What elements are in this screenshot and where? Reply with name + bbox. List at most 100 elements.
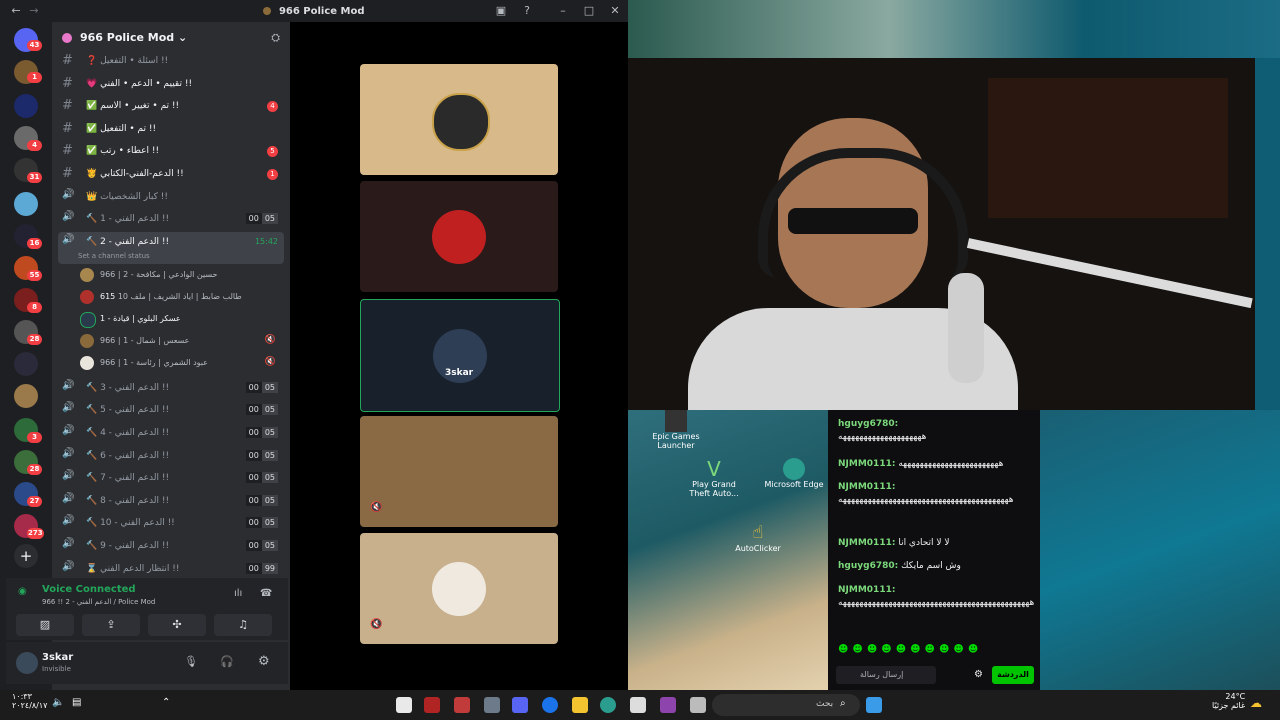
disconnect-icon[interactable]: ☎ — [260, 588, 272, 599]
chat-text: ههههههههههههههههههههه — [838, 432, 927, 442]
voice-channel[interactable]: 🔊 🔨 الدعم الفني - 6 !! 00 05 — [58, 446, 284, 466]
server-icon[interactable] — [14, 384, 38, 408]
badge: 27 — [27, 496, 42, 507]
soundboard-button[interactable]: ♫ — [214, 614, 272, 636]
headphones-icon[interactable]: 🎧 — [220, 655, 234, 668]
taskbar-app-icon[interactable] — [690, 697, 706, 713]
text-channel[interactable]: # ❓ اسئلة • التفعيل !! — [58, 51, 284, 71]
voice-member[interactable]: عسكر البلوي | قيادة - 1 — [78, 309, 278, 329]
taskbar-app-icon[interactable] — [454, 697, 470, 713]
voice-channel[interactable]: 🔊 🔨 الدعم الفني - 1 !! 00 05 — [58, 209, 284, 229]
voice-channel[interactable]: 🔊 👑 كبار الشخصيات !! — [58, 187, 284, 207]
chat-username[interactable]: hguyg6780: — [838, 419, 898, 429]
taskbar-app-icon[interactable] — [396, 697, 412, 713]
chevron-up-icon[interactable]: ⌃ — [162, 697, 170, 708]
chat-username[interactable]: hguyg6780: — [838, 561, 898, 571]
minimize-button[interactable]: – — [554, 2, 572, 20]
desktop-icon[interactable]: Microsoft Edge — [764, 458, 824, 489]
voice-member[interactable]: طالب ضابط | اياد الشريف | ملف 10 615 — [78, 287, 278, 307]
participant-tile[interactable]: 🔇 — [360, 416, 558, 527]
user-avatar[interactable] — [16, 652, 38, 674]
desktop-icon[interactable]: Epic Games Launcher — [646, 410, 706, 450]
text-channel[interactable]: # 💗 تقييم • الدعم • الفني !! — [58, 74, 284, 94]
voice-channel[interactable]: 🔊 🔨 الدعم الفني - 5 !! 00 05 — [58, 400, 284, 420]
voice-status[interactable]: Voice Connected — [42, 584, 136, 595]
participant-tile[interactable] — [360, 181, 558, 292]
desktop-wallpaper: Epic Games Launcher V Play Grand Theft Au… — [628, 410, 828, 690]
voice-channel-info[interactable]: الدعم الفني - 2 !! 966 / Police Mod — [42, 598, 155, 606]
weather-widget[interactable]: 24°C غائم جزئيًا — [1212, 692, 1245, 710]
chat-username[interactable]: NJMM0111: — [838, 538, 895, 548]
server-icon[interactable] — [14, 94, 38, 118]
text-channel[interactable]: # ✅ تم • التفعيل !! — [58, 119, 284, 139]
invite-icon[interactable]: ⛭ — [271, 31, 280, 45]
chat-username[interactable]: NJMM0111: — [838, 459, 895, 469]
chat-send-button[interactable]: الدردشة — [992, 666, 1034, 684]
chat-username[interactable]: NJMM0111: — [838, 585, 895, 595]
screen-share-button[interactable]: ⇪ — [82, 614, 140, 636]
taskbar-app-icon[interactable] — [660, 697, 676, 713]
wifi-icon[interactable]: ▤ — [72, 697, 81, 708]
chat-settings-icon[interactable]: ⚙ — [974, 669, 983, 680]
voice-member[interactable]: حسين الوادعي | مكافحة - 2 | 966 — [78, 265, 278, 285]
channel-name: انتظار الدعم الفني !! — [100, 564, 180, 574]
chrome-taskbar-icon[interactable] — [542, 697, 558, 713]
explorer-taskbar-icon[interactable] — [572, 697, 588, 713]
taskbar-search[interactable]: بحث ⌕ — [712, 694, 860, 716]
voice-channel[interactable]: 🔊 🔨 الدعم الفني - 3 !! 00 05 — [58, 378, 284, 398]
user-count: 00 05 — [245, 382, 278, 393]
voice-channel[interactable]: 🔊 🔨 الدعم الفني - 8 !! 00 05 — [58, 491, 284, 511]
server-name: 966 Police Mod ⌄ — [80, 31, 187, 44]
help-icon[interactable]: ? — [518, 2, 536, 20]
user-count-limit: 05 — [261, 540, 278, 551]
server-icon[interactable] — [14, 352, 38, 376]
edge-taskbar-icon[interactable] — [600, 697, 616, 713]
voice-member[interactable]: عبود الشمري | رئاسة - 1 | 966 🔇 — [78, 353, 278, 373]
server-header[interactable]: 966 Police Mod ⌄ ⛭ — [52, 26, 290, 50]
speaker-icon[interactable]: 🔈 — [52, 697, 64, 708]
activities-button[interactable]: ✣ — [148, 614, 206, 636]
start-button[interactable] — [866, 697, 882, 713]
voice-channel[interactable]: 🔊 🔨 الدعم الفني - 9 !! 00 05 — [58, 536, 284, 556]
text-channel[interactable]: # 🫅 الدعم-الفني-الكتابي !! 1 — [58, 164, 284, 184]
taskbar-app-icon[interactable] — [424, 697, 440, 713]
noise-suppression-icon[interactable]: ılı — [234, 588, 242, 599]
chat-username[interactable]: NJMM0111: — [838, 482, 895, 492]
microphone-icon[interactable]: 🎙 — [184, 655, 198, 668]
channel-name: الدعم-الفني-الكتابي !! — [100, 169, 184, 179]
close-button[interactable]: ✕ — [606, 2, 624, 20]
channel-status[interactable]: Set a channel status — [78, 252, 150, 260]
discord-taskbar-icon[interactable] — [512, 697, 528, 713]
taskbar-app-icon[interactable] — [484, 697, 500, 713]
voice-member[interactable]: عسعس | شمال - 1 | 966 🔇 — [78, 331, 278, 351]
inbox-icon[interactable]: ▣ — [492, 2, 510, 20]
desktop-wallpaper — [628, 0, 1280, 58]
add-server-button[interactable]: + — [14, 544, 38, 568]
participant-tile[interactable] — [360, 64, 558, 175]
voice-panel: ◉ Voice Connected الدعم الفني - 2 !! 966… — [6, 578, 288, 640]
text-channel[interactable]: # ✅ اعطاء • رتب !! 5 — [58, 141, 284, 161]
badge: 55 — [27, 270, 42, 281]
settings-icon[interactable]: ⚙ — [258, 654, 270, 669]
voice-channel[interactable]: 🔊 ⌛ انتظار الدعم الفني !! 00 99 — [58, 559, 284, 579]
server-icon[interactable] — [14, 192, 38, 216]
avatar — [432, 445, 486, 499]
store-taskbar-icon[interactable] — [630, 697, 646, 713]
active-voice-channel[interactable]: 🔊 🔨 الدعم الفني - 2 !! 15:42 Set a chann… — [58, 232, 284, 264]
voice-channel[interactable]: 🔊 🔨 الدعم الفني - 7 !! 00 05 — [58, 468, 284, 488]
voice-channel[interactable]: 🔊 🔨 الدعم الفني - 10 !! 00 05 — [58, 513, 284, 533]
desktop-icon[interactable]: V Play Grand Theft Auto... — [684, 458, 744, 498]
user-count-current: 00 — [245, 427, 262, 438]
voice-channel[interactable]: 🔊 🔨 الدعم الفني - 4 !! 00 05 — [58, 423, 284, 443]
camera-off-button[interactable]: ▨ — [16, 614, 74, 636]
user-count: 00 05 — [245, 427, 278, 438]
maximize-button[interactable]: □ — [580, 2, 598, 20]
username[interactable]: 3skar — [42, 652, 73, 663]
chat-input[interactable]: إرسال رسالة — [836, 666, 936, 684]
autoclicker-icon: ☝ — [752, 522, 764, 543]
chevron-down-icon: ⌄ — [177, 31, 188, 44]
desktop-icon[interactable]: ☝ AutoClicker — [728, 522, 788, 553]
participant-tile-speaking[interactable]: 3skar — [360, 299, 560, 412]
participant-tile[interactable]: 🔇 — [360, 533, 558, 644]
text-channel[interactable]: # ✅ تم • تغيير • الاسم !! 4 — [58, 96, 284, 116]
